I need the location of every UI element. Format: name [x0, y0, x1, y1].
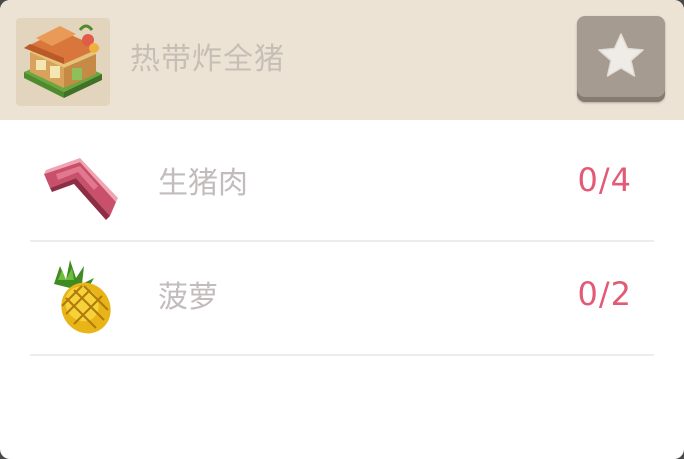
recipe-panel: 热带炸全猪 生猪肉 0/4 菠萝 0/2 — [0, 0, 684, 459]
recipe-title: 热带炸全猪 — [130, 42, 285, 77]
ingredient-count: 0/2 — [577, 275, 632, 313]
ingredient-row: 生猪肉 0/4 — [30, 126, 654, 242]
tropical-restaurant-building-icon — [16, 18, 110, 106]
ingredient-count: 0/4 — [577, 161, 632, 199]
ingredient-row: 菠萝 0/2 — [30, 240, 654, 356]
ingredient-name: 菠萝 — [158, 280, 218, 315]
pineapple-icon — [36, 254, 120, 338]
ingredient-name: 生猪肉 — [158, 166, 248, 201]
recipe-header: 热带炸全猪 — [0, 0, 684, 120]
raw-pork-icon — [36, 140, 120, 224]
favorite-button[interactable] — [577, 16, 665, 102]
star-icon — [598, 33, 644, 77]
